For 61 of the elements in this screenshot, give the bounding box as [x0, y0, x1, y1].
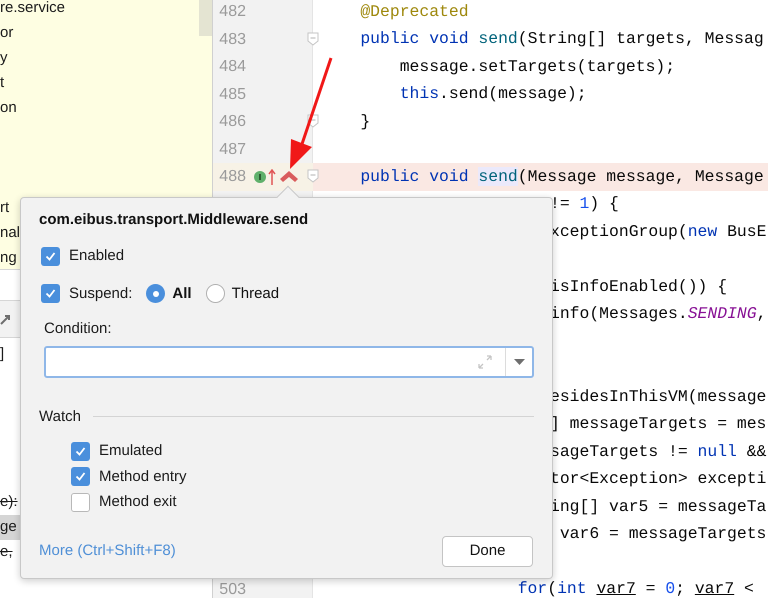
code-line: info(Messages.SENDING, — [550, 303, 766, 326]
line-number: 483 — [218, 30, 246, 50]
watch-heading: Watch — [39, 406, 81, 426]
code-line: ing[] var5 = messageTa — [550, 496, 766, 518]
tree-item[interactable]: t — [0, 72, 4, 95]
code-line: != 1) { — [550, 193, 619, 216]
checkbox[interactable] — [71, 492, 90, 512]
method-breakpoint-icon[interactable] — [280, 171, 298, 183]
line-number: 485 — [218, 84, 246, 104]
tree-item[interactable]: on — [0, 97, 17, 120]
line-number: 482 — [218, 2, 246, 22]
check-icon — [44, 250, 57, 263]
watch-option-label: Method entry — [99, 466, 187, 486]
code-line: xceptionGroup(new BusE — [550, 220, 766, 243]
code-line: public void send(Message message, Message — [359, 166, 764, 188]
enabled-label: Enabled — [69, 246, 124, 266]
dropdown-arrow-icon[interactable] — [514, 358, 524, 364]
suspend-label: Suspend: — [69, 284, 132, 304]
tree-item[interactable]: y — [0, 47, 8, 70]
code-line: public void send(String[] targets, Messag — [359, 28, 764, 50]
radio-option[interactable]: Thread — [206, 282, 280, 305]
watch-option-label: Method exit — [99, 492, 177, 512]
radio-option[interactable]: All — [146, 282, 192, 305]
checkbox[interactable] — [71, 467, 90, 486]
checkbox[interactable] — [41, 246, 60, 266]
check-icon — [74, 444, 87, 458]
tree-item[interactable]: rt — [0, 197, 10, 220]
tree-item[interactable]: nal — [0, 222, 20, 245]
fold-marker-icon[interactable] — [307, 169, 319, 184]
code-line: tor<Exception> excepti — [550, 468, 766, 490]
checkbox[interactable] — [41, 284, 60, 304]
line-number: 487 — [218, 140, 246, 160]
condition-field[interactable] — [44, 346, 534, 378]
tree-item[interactable]: ng — [0, 247, 17, 270]
code-line: @Deprecated — [359, 0, 469, 23]
expand-icon[interactable] — [477, 354, 493, 370]
line-number: 503 — [218, 580, 246, 598]
code-line: esidesInThisVM(message — [550, 386, 766, 408]
check-icon — [74, 470, 87, 484]
code-line: sageTargets != null && — [550, 440, 766, 463]
line-number: 484 — [218, 57, 246, 77]
watch-option-label: Emulated — [99, 441, 162, 461]
popup-title: com.eibus.transport.Middleware.send — [39, 210, 310, 230]
fold-marker-icon[interactable] — [307, 32, 319, 46]
code-line: isInfoEnabled()) { — [550, 276, 728, 298]
code-line: message.setTargets(targets); — [398, 56, 676, 78]
done-button[interactable]: Done — [442, 536, 533, 566]
line-number: 488 — [218, 167, 246, 187]
condition-label: Condition: — [44, 319, 113, 339]
line-number: 486 — [218, 112, 246, 132]
code-line: for(int var7 = 0; var7 < — [516, 578, 754, 598]
code-line: } — [359, 110, 370, 133]
code-line: var6 = messageTargets — [558, 523, 766, 546]
interface-marker-icon[interactable] — [254, 171, 266, 183]
scrollbar-thumb[interactable] — [199, 0, 212, 36]
checkbox[interactable] — [71, 442, 90, 461]
tree-item[interactable]: or — [0, 22, 14, 45]
tree-item[interactable]: re.service — [0, 0, 66, 20]
check-icon — [44, 287, 57, 300]
up-arrow-icon[interactable] — [268, 169, 276, 185]
code-line: this.send(message); — [398, 83, 587, 106]
